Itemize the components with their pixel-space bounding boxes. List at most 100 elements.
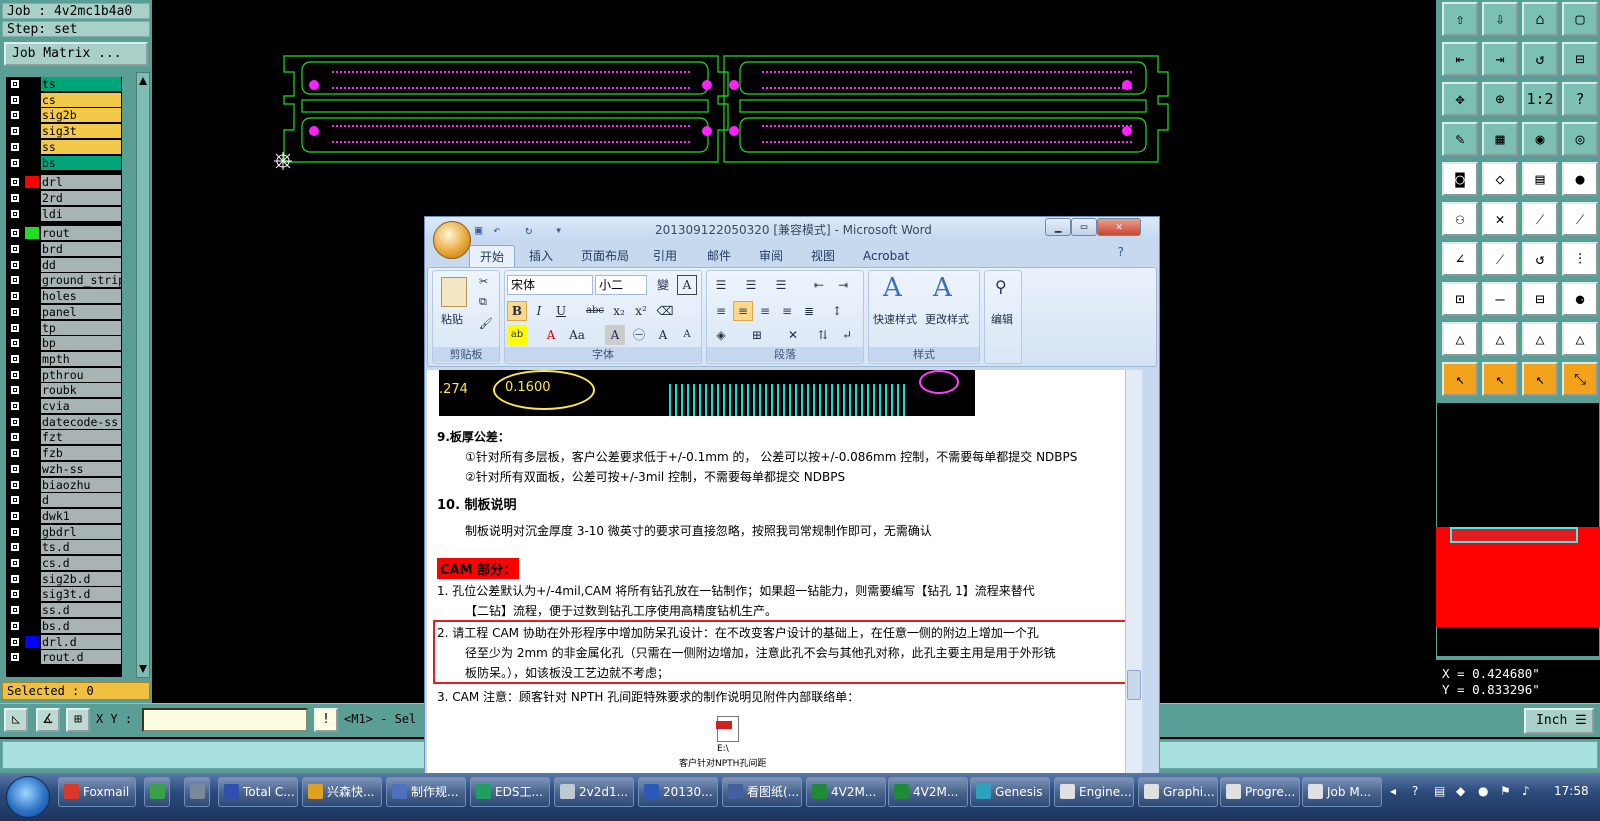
chinese-layout-icon[interactable]: ✕ xyxy=(783,325,803,345)
layer-list-scrollbar[interactable] xyxy=(136,72,150,678)
layer-row[interactable]: ldi xyxy=(6,206,122,221)
ribbon-tab[interactable]: 开始 xyxy=(469,245,516,267)
measure-icon[interactable]: ⊡ xyxy=(1442,282,1478,316)
taskbar-item[interactable]: Progre... xyxy=(1220,777,1300,807)
network-icon[interactable]: ▤ xyxy=(1434,784,1445,798)
layer-color-swatch[interactable] xyxy=(25,191,39,204)
layer-checkbox[interactable] xyxy=(10,605,20,616)
layer-checkbox[interactable] xyxy=(10,542,20,553)
layer-row[interactable]: datecode-ss xyxy=(6,414,122,429)
units-selector[interactable]: Inch ☰ xyxy=(1524,708,1594,734)
layer-color-swatch[interactable] xyxy=(25,140,39,153)
taskbar-item[interactable]: Total C... xyxy=(218,777,298,807)
layer-checkbox[interactable] xyxy=(10,369,20,380)
layer-row[interactable]: ts.d xyxy=(6,540,122,555)
layer-name[interactable]: bs.d xyxy=(41,618,121,633)
layer-name[interactable]: biaozhu xyxy=(41,477,121,492)
taskbar-item[interactable]: 2v2d1... xyxy=(554,777,634,807)
layer-name[interactable]: fzt xyxy=(41,430,121,445)
layer-row[interactable]: ts xyxy=(6,77,122,91)
center-icon[interactable]: ⊕ xyxy=(1482,82,1518,116)
redraw-icon[interactable]: ↺ xyxy=(1522,42,1558,76)
minimize-button[interactable]: ▁ xyxy=(1045,218,1071,236)
warning-icon[interactable]: ! xyxy=(314,708,338,732)
underline-icon[interactable]: U xyxy=(551,301,571,321)
zoom-in-icon[interactable]: ⇧ xyxy=(1442,2,1478,36)
layer-name[interactable]: sig3t.d xyxy=(41,587,121,602)
layer-name[interactable]: drl xyxy=(41,175,121,190)
pointer4-icon[interactable]: ⤡ xyxy=(1562,362,1598,396)
taskbar-item[interactable]: Graphi... xyxy=(1138,777,1218,807)
pointer3-icon[interactable]: ↖ xyxy=(1522,362,1558,396)
layer-name[interactable]: wzh-ss xyxy=(41,461,121,476)
layer-list[interactable]: ts cs sig2b sig3t ss bs drl 2rd ldi rout brd dd grou… xyxy=(6,77,122,677)
layer-checkbox[interactable] xyxy=(10,259,20,270)
layer-checkbox[interactable] xyxy=(10,110,20,121)
highlight-icon[interactable]: ab xyxy=(507,325,527,345)
layer-checkbox[interactable] xyxy=(10,510,20,521)
dim-icon[interactable]: ⊟ xyxy=(1522,282,1558,316)
angle-icon[interactable]: ∠ xyxy=(1442,242,1478,276)
layer-color-swatch[interactable] xyxy=(25,384,39,397)
change-case-icon[interactable]: Aa xyxy=(567,325,587,345)
layer-name[interactable]: mpth xyxy=(41,351,121,366)
grow-font-icon[interactable]: A xyxy=(653,325,673,345)
security-icon[interactable]: ◆ xyxy=(1456,784,1465,798)
word-titlebar[interactable]: ▣ ↶ ↻ ▾ 201309122050320 [兼容模式] - Microso… xyxy=(425,217,1159,241)
layer-checkbox[interactable] xyxy=(10,589,20,600)
layer-row[interactable]: dwk1 xyxy=(6,508,122,523)
arc-icon[interactable]: ↺ xyxy=(1522,242,1558,276)
layer-color-swatch[interactable] xyxy=(25,227,39,240)
pan-right-icon[interactable]: ⇥ xyxy=(1482,42,1518,76)
layer-color-swatch[interactable] xyxy=(25,651,39,664)
sort-icon[interactable]: ⇅ xyxy=(813,325,833,345)
layer-checkbox[interactable] xyxy=(10,228,20,239)
layer-checkbox[interactable] xyxy=(10,526,20,537)
layer-name[interactable]: panel xyxy=(41,304,121,319)
layer-row[interactable]: cvia xyxy=(6,399,122,413)
layer-checkbox[interactable] xyxy=(10,385,20,396)
window-icon[interactable]: ▢ xyxy=(1562,2,1598,36)
layer-color-swatch[interactable] xyxy=(25,258,39,271)
route2-icon[interactable]: ◎ xyxy=(1562,122,1598,156)
attachment-name[interactable]: 客户针对NPTH孔间距 xyxy=(679,756,766,769)
layer-name[interactable]: dd xyxy=(41,257,121,272)
layer-name[interactable]: ss xyxy=(41,139,121,154)
taskbar-item[interactable]: Genesis xyxy=(970,777,1050,807)
strikethrough-icon[interactable]: abc xyxy=(585,301,605,321)
layer-color-swatch[interactable] xyxy=(25,494,39,507)
taskbar-item[interactable]: 4V2M... xyxy=(888,777,968,807)
layer-row[interactable]: drl xyxy=(6,175,122,190)
layer-color-swatch[interactable] xyxy=(25,176,39,189)
scroll-down-icon[interactable] xyxy=(139,665,147,673)
layer-name[interactable]: pthrou xyxy=(41,367,121,382)
layer-row[interactable]: sig3t xyxy=(6,124,122,139)
pad-icon[interactable]: ● xyxy=(1562,162,1598,196)
layer-row[interactable]: ground_strip xyxy=(6,273,122,288)
layer-name[interactable]: tp xyxy=(41,320,121,335)
snap-icon[interactable]: ◙ xyxy=(1442,162,1478,196)
annotate-icon[interactable]: ✎ xyxy=(1442,122,1478,156)
layer-color-swatch[interactable] xyxy=(25,541,39,554)
char-shading-icon[interactable]: A xyxy=(605,325,625,345)
find-icon[interactable]: ⚲ xyxy=(995,277,1007,296)
layer-color-swatch[interactable] xyxy=(25,125,39,138)
volume-icon[interactable]: ♪ xyxy=(1522,784,1530,798)
layer-row[interactable]: sig2b xyxy=(6,108,122,123)
taskbar-item[interactable]: 4V2M... xyxy=(806,777,886,807)
layer-checkbox[interactable] xyxy=(10,322,20,333)
close-button[interactable]: ✕ xyxy=(1097,218,1141,236)
grid-icon[interactable]: ▦ xyxy=(1482,122,1518,156)
change-styles-icon[interactable]: A xyxy=(933,273,952,303)
layer-checkbox[interactable] xyxy=(10,338,20,349)
layer-name[interactable]: brd xyxy=(41,242,121,256)
layer-name[interactable]: rout.d xyxy=(41,650,121,665)
change-styles-label[interactable]: 更改样式 xyxy=(925,311,969,327)
pan-left-icon[interactable]: ⇤ xyxy=(1442,42,1478,76)
xy-input[interactable] xyxy=(142,708,308,732)
taskbar-item[interactable]: Job M... xyxy=(1302,777,1382,807)
increase-indent-icon[interactable]: ⇥ xyxy=(833,275,853,295)
layer-name[interactable]: 2rd xyxy=(41,190,121,205)
ribbon-tab[interactable]: 引用 xyxy=(653,245,677,267)
layer-row[interactable]: fzt xyxy=(6,430,122,445)
